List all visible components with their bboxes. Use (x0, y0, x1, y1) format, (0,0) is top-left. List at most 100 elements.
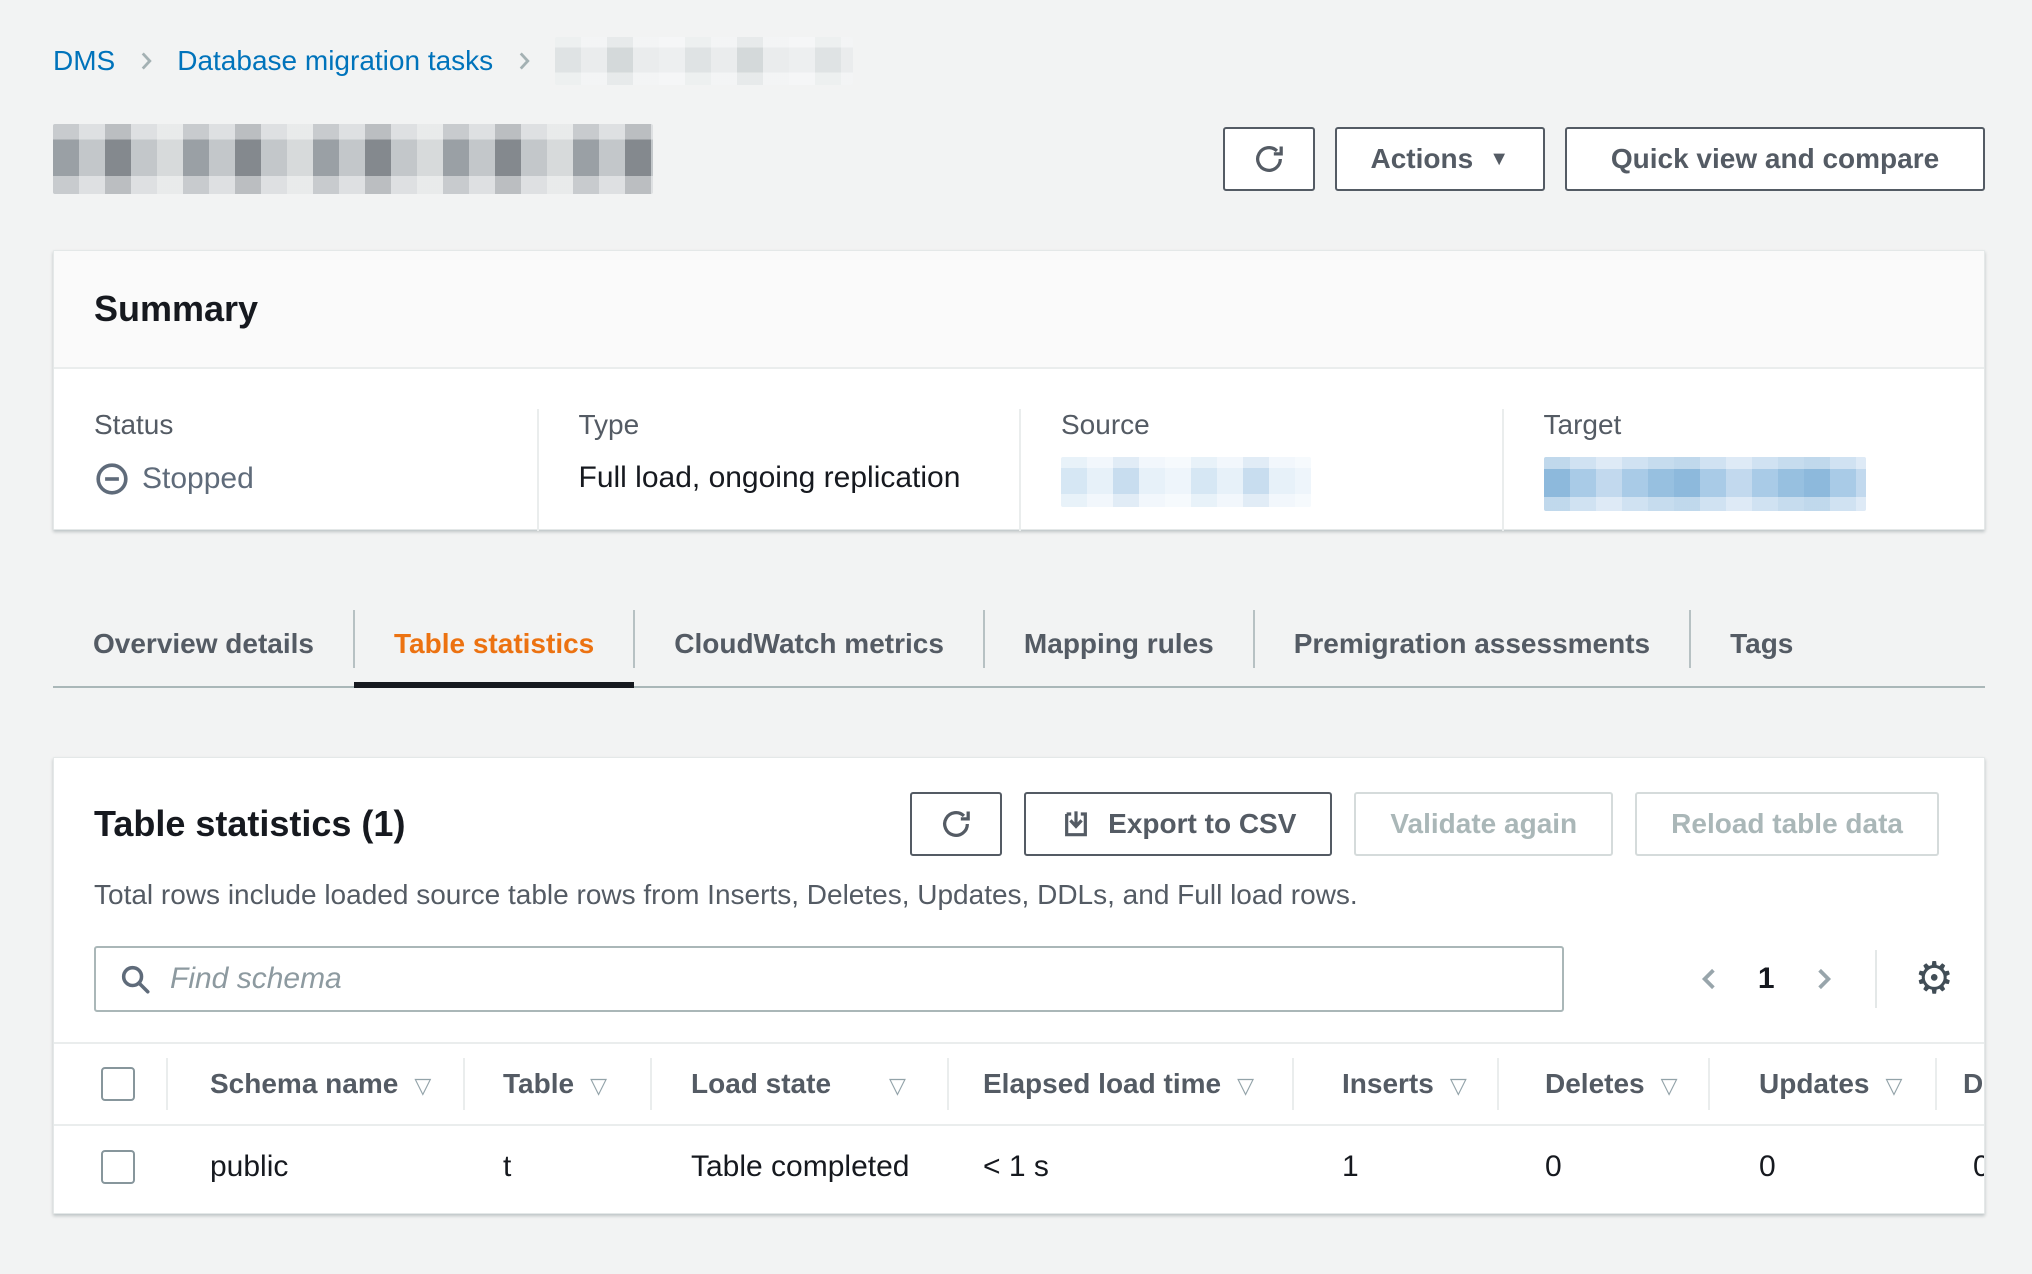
breadcrumb-chevron-icon (133, 48, 159, 74)
sort-icon: ▽ (414, 1073, 431, 1098)
task-name-redacted (53, 124, 653, 194)
summary-type: Type Full load, ongoing replication (537, 409, 1020, 531)
quick-view-label: Quick view and compare (1611, 143, 1939, 175)
summary-title: Summary (54, 251, 1984, 369)
status-label: Status (94, 409, 537, 441)
column-header-load-state[interactable]: Load state ▽ (650, 1043, 947, 1125)
sort-icon: ▽ (1237, 1073, 1254, 1098)
table-row: public t Table completed < 1 s 1 0 0 0 (54, 1125, 1984, 1207)
column-label: Load state (691, 1068, 831, 1099)
tab-tags[interactable]: Tags (1690, 602, 1833, 686)
target-label: Target (1544, 409, 1985, 441)
validate-again-label: Validate again (1390, 808, 1577, 840)
sort-icon: ▽ (1450, 1073, 1467, 1098)
actions-button-label: Actions (1371, 143, 1474, 175)
select-all-cell (54, 1043, 166, 1125)
sort-icon: ▽ (590, 1073, 607, 1098)
row-checkbox[interactable] (101, 1150, 135, 1184)
summary-target: Target (1502, 409, 1985, 531)
column-divider (947, 1058, 949, 1110)
cell-deletes: 0 (1497, 1125, 1708, 1207)
current-page-number[interactable]: 1 (1754, 962, 1779, 996)
export-to-csv-label: Export to CSV (1108, 808, 1296, 840)
reload-table-data-button[interactable]: Reload table data (1635, 792, 1939, 856)
cell-load-state: Table completed (650, 1125, 947, 1207)
column-label: Inserts (1342, 1068, 1434, 1099)
breadcrumb-chevron-icon (511, 48, 537, 74)
download-icon (1060, 808, 1092, 840)
status-text: Stopped (142, 462, 254, 496)
summary-card: Summary Status Stopped Type Full load, o… (53, 250, 1985, 530)
breadcrumb-link-tasks[interactable]: Database migration tasks (177, 45, 493, 77)
column-header-inserts[interactable]: Inserts ▽ (1292, 1043, 1497, 1125)
target-value (1544, 461, 1985, 511)
validate-again-button[interactable]: Validate again (1354, 792, 1613, 856)
table-statistics-description: Total rows include loaded source table r… (54, 878, 1984, 912)
refresh-icon (939, 807, 973, 841)
column-label: Table (503, 1068, 574, 1099)
tab-cloudwatch-metrics[interactable]: CloudWatch metrics (634, 602, 984, 686)
summary-status: Status Stopped (54, 409, 537, 531)
find-schema-input[interactable] (94, 946, 1564, 1012)
column-divider (1497, 1058, 1499, 1110)
table-statistics-card: Table statistics (1) (53, 757, 1985, 1214)
row-select-cell (54, 1125, 166, 1207)
cell-ddls: 0 (1935, 1125, 1984, 1207)
tab-mapping-rules[interactable]: Mapping rules (984, 602, 1254, 686)
chevron-down-icon: ▼ (1489, 148, 1509, 171)
column-label: Deletes (1545, 1068, 1645, 1099)
page: DMS Database migration tasks Actions (0, 36, 2032, 1214)
cell-elapsed-load-time: < 1 s (947, 1125, 1292, 1207)
breadcrumb-current-redacted (555, 37, 853, 85)
column-header-schema-name[interactable]: Schema name▽ (166, 1043, 463, 1125)
table-statistics-table: Schema name▽ Table ▽ Load state ▽ Elapsed … (54, 1042, 1984, 1207)
column-label: Updates (1759, 1068, 1869, 1099)
actions-button[interactable]: Actions ▼ (1335, 127, 1545, 191)
tab-bar: Overview details Table statistics CloudW… (53, 602, 1985, 688)
next-page-button[interactable] (1805, 960, 1843, 998)
cell-updates: 0 (1708, 1125, 1935, 1207)
table-statistics-buttons: Export to CSV Validate again Reload tabl… (910, 792, 1939, 856)
quick-view-compare-button[interactable]: Quick view and compare (1565, 127, 1985, 191)
column-divider (463, 1058, 465, 1110)
select-all-checkbox[interactable] (101, 1067, 135, 1101)
table-statistics-header: Table statistics (1) (54, 758, 1984, 856)
type-value: Full load, ongoing replication (579, 461, 1020, 495)
table-settings-gear-icon[interactable]: ⚙ (1909, 957, 1960, 1001)
pagination: 1 ⚙ (1690, 950, 1960, 1008)
column-divider (1935, 1058, 1937, 1110)
breadcrumb: DMS Database migration tasks (53, 36, 1985, 86)
sort-icon: ▽ (889, 1073, 906, 1098)
summary-body: Status Stopped Type Full load, ongoing r… (54, 369, 1984, 531)
column-label: Elapsed load time (983, 1068, 1221, 1099)
column-header-ddls[interactable]: D (1935, 1043, 1984, 1125)
tab-table-statistics[interactable]: Table statistics (354, 602, 634, 686)
tab-overview-details[interactable]: Overview details (53, 602, 354, 686)
cell-inserts: 1 (1292, 1125, 1497, 1207)
sort-icon: ▽ (1885, 1073, 1902, 1098)
column-header-updates[interactable]: Updates ▽ (1708, 1043, 1935, 1125)
column-divider (1292, 1058, 1294, 1110)
sort-icon: ▽ (1661, 1073, 1678, 1098)
cell-table: t (463, 1125, 650, 1207)
source-value (1061, 461, 1502, 507)
breadcrumb-link-dms[interactable]: DMS (53, 45, 115, 77)
table-container: Schema name▽ Table ▽ Load state ▽ Elapsed … (54, 1042, 1984, 1207)
column-divider (650, 1058, 652, 1110)
tab-premigration-assessments[interactable]: Premigration assessments (1254, 602, 1690, 686)
column-header-elapsed-load-time[interactable]: Elapsed load time ▽ (947, 1043, 1292, 1125)
column-header-deletes[interactable]: Deletes ▽ (1497, 1043, 1708, 1125)
previous-page-button[interactable] (1690, 960, 1728, 998)
refresh-button[interactable] (1223, 127, 1315, 191)
table-refresh-button[interactable] (910, 792, 1002, 856)
target-link-redacted[interactable] (1544, 457, 1866, 511)
table-toolbar: 1 ⚙ (54, 946, 1984, 1012)
cell-schema-name: public (166, 1125, 463, 1207)
table-statistics-title: Table statistics (1) (94, 803, 910, 845)
pagination-divider (1875, 950, 1877, 1008)
column-header-table[interactable]: Table ▽ (463, 1043, 650, 1125)
source-link-redacted[interactable] (1061, 457, 1311, 507)
source-label: Source (1061, 409, 1502, 441)
search-icon (118, 962, 152, 996)
export-to-csv-button[interactable]: Export to CSV (1024, 792, 1332, 856)
